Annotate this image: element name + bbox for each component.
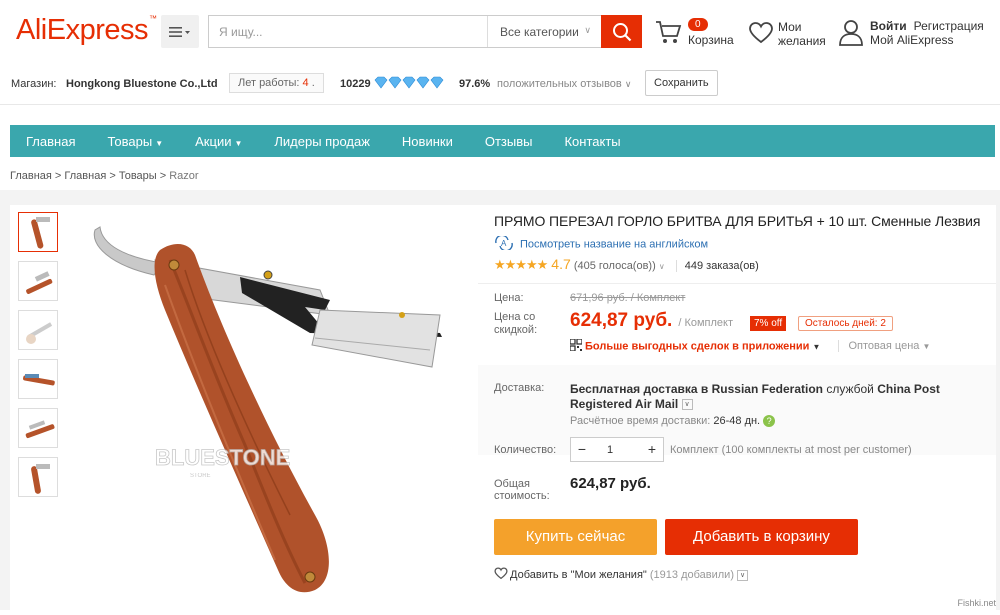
cart-icon	[655, 19, 683, 45]
wholesale-price-link[interactable]: Оптовая цена ▼	[838, 340, 931, 352]
store-bar: Магазин: Hongkong Bluestone Co.,Ltd Лет …	[0, 63, 1000, 105]
price-label: Цена:	[494, 292, 524, 305]
thumbnail[interactable]	[18, 212, 58, 252]
svg-text:BLUESTONE: BLUESTONE	[155, 445, 290, 470]
save-store-button[interactable]: Сохранить	[645, 70, 718, 96]
discount-badge: 7% off	[750, 316, 786, 331]
feedback-percent: 97.6%	[459, 78, 490, 90]
breadcrumb-item[interactable]: Товары	[119, 170, 157, 182]
store-nav: Главная Товары▼ Акции▼ Лидеры продаж Нов…	[10, 125, 995, 157]
total-label: Общаястоимость:	[494, 478, 550, 502]
search-icon	[612, 22, 632, 42]
thumbnail[interactable]	[18, 359, 58, 399]
cart-label: Корзина	[688, 33, 734, 47]
quantity-plus-button[interactable]: +	[641, 440, 663, 460]
breadcrumb: Главная > Главная > Товары > Razor	[10, 170, 199, 182]
heart-icon	[494, 567, 508, 583]
categories-menu-button[interactable]	[161, 15, 199, 48]
product-info: ПРЯМО ПЕРЕЗАЛ ГОРЛО БРИТВА ДЛЯ БРИТЬЯ + …	[478, 205, 996, 610]
diamond-icons	[374, 76, 444, 93]
rating-value: 4.7	[551, 256, 570, 272]
search-bar: Все категории∨	[208, 15, 640, 48]
product-main-image[interactable]: BLUESTONE STORE	[70, 215, 470, 610]
thumbnail[interactable]	[18, 261, 58, 301]
delivery-time: Расчётное время доставки: 26-48 дн.?	[570, 415, 775, 427]
image-gallery: BLUESTONE STORE	[10, 205, 478, 610]
cart[interactable]: 0 Корзина	[655, 14, 735, 50]
cart-count-badge: 0	[688, 18, 708, 31]
total-price: 624,87 руб.	[570, 475, 651, 492]
wishlist-dropdown[interactable]: ∨	[737, 570, 748, 581]
delivery-info: Бесплатная доставка в Russian Federation…	[570, 382, 980, 412]
quantity-minus-button[interactable]: −	[571, 440, 593, 460]
help-icon[interactable]: ?	[763, 415, 775, 427]
store-score: 10229	[340, 78, 371, 90]
header: AliExpress™ Все категории∨ 0 Корзина Мои…	[0, 0, 1000, 63]
register-link[interactable]: Регистрация	[914, 19, 984, 33]
search-button[interactable]	[601, 15, 642, 48]
nav-new[interactable]: Новинки	[386, 134, 469, 149]
discount-price-label: Цена соскидкой:	[494, 311, 537, 337]
watermark: Fishki.net	[957, 598, 996, 608]
delivery-label: Доставка:	[494, 382, 544, 394]
translate-icon: A	[494, 236, 514, 253]
thumbnail[interactable]	[18, 310, 58, 350]
translate-title-link[interactable]: AПосмотреть название на английском	[494, 236, 708, 253]
thumbnail[interactable]	[18, 408, 58, 448]
quantity-label: Количество:	[494, 444, 556, 456]
product-title: ПРЯМО ПЕРЕЗАЛ ГОРЛО БРИТВА ДЛЯ БРИТЬЯ + …	[494, 213, 980, 229]
heart-icon	[748, 21, 774, 45]
quantity-stepper: − 1 +	[570, 437, 664, 462]
wishlist-label: Мои желания	[778, 20, 838, 48]
store-label: Магазин:	[11, 78, 57, 90]
nav-bestsellers[interactable]: Лидеры продаж	[258, 134, 386, 149]
aliexpress-logo[interactable]: AliExpress™	[16, 14, 157, 47]
svg-text:STORE: STORE	[190, 473, 211, 479]
delivery-dropdown[interactable]: ∨	[682, 399, 693, 410]
old-price: 671,96 руб. / Комплект	[570, 292, 685, 304]
category-select[interactable]: Все категории∨	[487, 16, 601, 47]
search-input[interactable]	[209, 16, 487, 47]
nav-reviews[interactable]: Отзывы	[469, 134, 549, 149]
svg-text:A: A	[501, 239, 507, 248]
user-icon	[838, 18, 864, 46]
store-years: Лет работы: 4 .	[229, 73, 324, 93]
rating-stars: ★★★★★	[494, 257, 547, 272]
app-deals[interactable]: Больше выгодных сделок в приложении ▼ Оп…	[570, 339, 930, 354]
rating-row: ★★★★★4.7 (405 голоса(ов)) ∨ 449 заказа(о…	[494, 256, 759, 273]
login-link[interactable]: Войти	[870, 19, 907, 33]
nav-products[interactable]: Товары▼	[91, 134, 179, 149]
breadcrumb-item[interactable]: Главная	[64, 170, 106, 182]
days-left-badge: Осталось дней: 2	[798, 316, 893, 331]
buy-now-button[interactable]: Купить сейчас	[494, 519, 657, 555]
wishlist[interactable]: Мои желания	[748, 14, 828, 50]
thumbnail-list	[18, 212, 60, 506]
nav-home[interactable]: Главная	[10, 134, 91, 149]
feedback-label[interactable]: положительных отзывов ∨	[497, 78, 631, 90]
orders-count: 449 заказа(ов)	[685, 260, 759, 272]
store-name[interactable]: Hongkong Bluestone Co.,Ltd	[66, 78, 218, 90]
thumbnail[interactable]	[18, 457, 58, 497]
breadcrumb-current: Razor	[169, 170, 198, 182]
quantity-note: Комплект (100 комплекты at most per cust…	[670, 444, 912, 456]
nav-promotions[interactable]: Акции▼	[179, 134, 258, 149]
discount-price: 624,87 руб./ Комплект	[570, 310, 733, 332]
rating-votes[interactable]: (405 голоса(ов))	[574, 260, 656, 272]
delivery-country[interactable]: Russian Federation	[712, 382, 823, 396]
add-to-cart-button[interactable]: Добавить в корзину	[665, 519, 858, 555]
chevron-down-icon: ∨	[584, 25, 591, 36]
nav-contacts[interactable]: Контакты	[548, 134, 636, 149]
breadcrumb-item[interactable]: Главная	[10, 170, 52, 182]
qr-code-icon	[570, 339, 582, 354]
divider	[478, 283, 996, 284]
hamburger-icon	[169, 26, 191, 38]
quantity-input[interactable]: 1	[607, 444, 613, 456]
my-aliexpress-link[interactable]: Мой AliExpress	[870, 33, 954, 47]
add-to-wishlist[interactable]: Добавить в "Мои желания" (1913 добавили)…	[494, 567, 748, 583]
account: Войти Регистрация Мой AliExpress	[838, 14, 998, 50]
